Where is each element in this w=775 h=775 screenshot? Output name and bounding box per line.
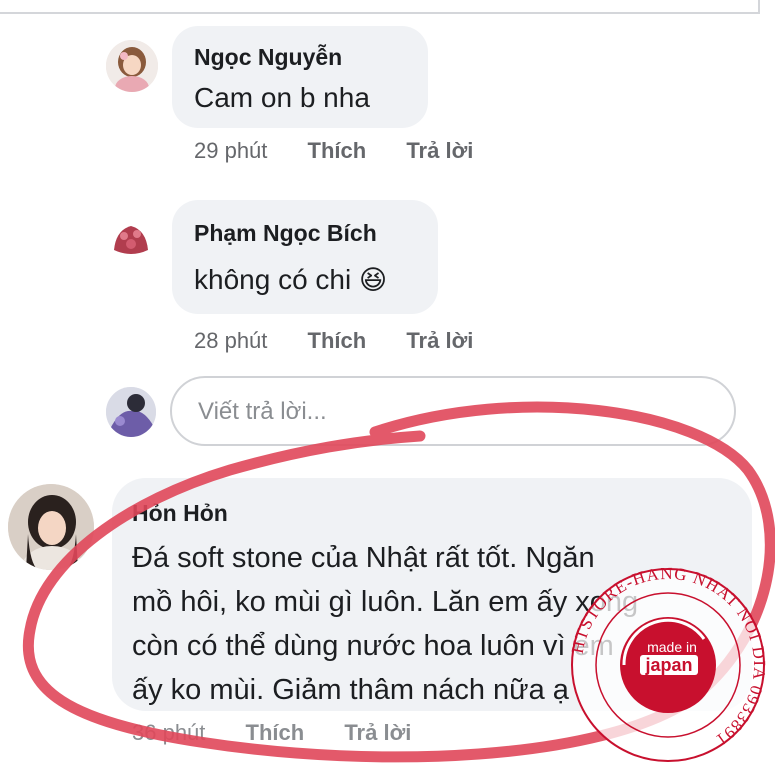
comment-text-line: ấy ko mùi. Giảm thâm nách nữa ạ: [132, 674, 569, 706]
reply-button[interactable]: Trả lời: [406, 138, 473, 164]
comment-text-line: mồ hôi, ko mùi gì luôn. Lăn em ấy xong: [132, 586, 639, 618]
current-user-avatar: [106, 387, 156, 437]
comment-author[interactable]: Hỏn Hỏn: [132, 500, 228, 527]
avatar[interactable]: [106, 212, 156, 262]
comment-bubble: [172, 200, 438, 314]
comment-time[interactable]: 28 phút: [194, 328, 267, 354]
previous-comment-divider: [0, 0, 760, 14]
reply-input-placeholder: Viết trả lời...: [198, 398, 327, 425]
comment-actions: 36 phút Thích Trả lời: [132, 720, 411, 746]
reply-input[interactable]: Viết trả lời...: [170, 376, 736, 446]
avatar[interactable]: [8, 484, 94, 570]
comment-author[interactable]: Phạm Ngọc Bích: [194, 220, 377, 247]
comment-text-body: không có chi: [194, 264, 352, 295]
avatar[interactable]: [106, 40, 158, 92]
comment-actions: 29 phút Thích Trả lời: [194, 138, 473, 164]
comment-text: Cam on b nha: [194, 82, 370, 113]
comment-actions: 28 phút Thích Trả lời: [194, 328, 473, 354]
like-button[interactable]: Thích: [246, 720, 305, 746]
reply-button[interactable]: Trả lời: [344, 720, 411, 746]
like-button[interactable]: Thích: [308, 328, 367, 354]
avatar-photo-icon: [106, 387, 156, 437]
comment-text-line: Đá soft stone của Nhật rất tốt. Ngăn: [132, 542, 595, 574]
comment-author[interactable]: Ngọc Nguyễn: [194, 44, 342, 71]
avatar-photo-icon: [8, 484, 94, 570]
comment-time[interactable]: 36 phút: [132, 720, 205, 746]
avatar-photo-icon: [106, 40, 158, 92]
laughing-emoji-icon: 😆: [359, 265, 388, 295]
reply-button[interactable]: Trả lời: [406, 328, 473, 354]
comment-text-line: còn có thể dùng nước hoa luôn vì em: [132, 630, 614, 662]
comment-text: không có chi 😆: [194, 264, 387, 296]
like-button[interactable]: Thích: [308, 138, 367, 164]
comment-time[interactable]: 29 phút: [194, 138, 267, 164]
avatar-photo-icon: [106, 212, 156, 262]
